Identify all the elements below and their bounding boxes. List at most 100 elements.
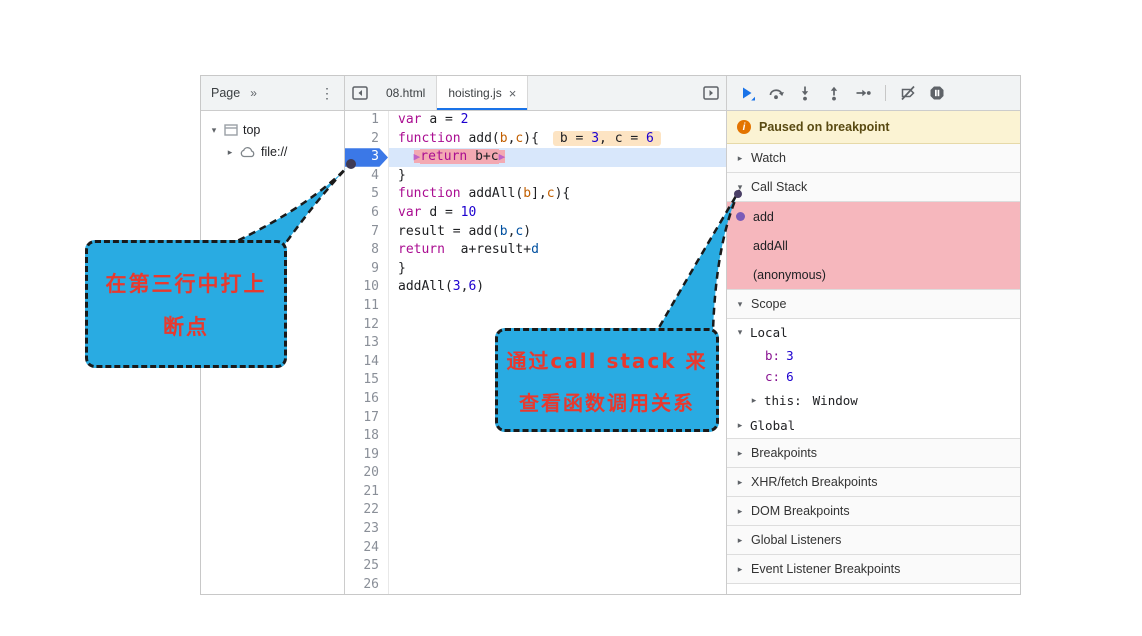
- line-number[interactable]: 1: [345, 111, 388, 130]
- resume-icon: [739, 85, 755, 101]
- code-token: b: [500, 131, 508, 146]
- line-number[interactable]: 4: [345, 167, 388, 186]
- code-line[interactable]: function addAll(b],c){: [389, 185, 726, 204]
- section-label: Global Listeners: [751, 533, 841, 547]
- quick-source-toggle-icon[interactable]: [696, 76, 726, 110]
- line-number[interactable]: 20: [345, 464, 388, 483]
- section-call-stack[interactable]: ▾ Call Stack: [727, 173, 1020, 202]
- code-line[interactable]: [389, 539, 726, 558]
- scope-variable-b[interactable]: b: 3: [727, 345, 1020, 366]
- step-button[interactable]: [855, 85, 871, 101]
- code-line[interactable]: addAll(3,6): [389, 278, 726, 297]
- breakpoint-line-number[interactable]: 3: [345, 148, 388, 167]
- tree-item-file[interactable]: ▸ file://: [201, 141, 344, 163]
- code-token: d: [531, 242, 539, 257]
- line-number[interactable]: 7: [345, 223, 388, 242]
- scope-this[interactable]: ▸ this: Window: [727, 387, 1020, 413]
- section-dom-breakpoints[interactable]: ▸ DOM Breakpoints: [727, 497, 1020, 526]
- scope-local[interactable]: ▾ Local: [727, 319, 1020, 345]
- line-number[interactable]: 6: [345, 204, 388, 223]
- code-line[interactable]: [389, 483, 726, 502]
- code-token: function: [398, 186, 468, 201]
- line-number[interactable]: 15: [345, 371, 388, 390]
- code-token: a+result+: [453, 242, 531, 257]
- frame-label: add: [753, 210, 774, 224]
- overflow-menu-icon[interactable]: ⋮: [320, 85, 334, 102]
- tab-08-html[interactable]: 08.html: [375, 76, 437, 110]
- deactivate-breakpoints-button[interactable]: [900, 85, 916, 101]
- section-label: Event Listener Breakpoints: [751, 562, 900, 576]
- line-number[interactable]: 24: [345, 539, 388, 558]
- code-line[interactable]: }: [389, 167, 726, 186]
- resume-button[interactable]: [739, 85, 755, 101]
- pause-on-exceptions-button[interactable]: [929, 85, 945, 101]
- step-into-button[interactable]: [797, 85, 813, 101]
- section-watch[interactable]: ▸ Watch: [727, 144, 1020, 173]
- line-number[interactable]: 2: [345, 130, 388, 149]
- line-number[interactable]: 25: [345, 557, 388, 576]
- tab-page[interactable]: Page: [211, 86, 240, 100]
- line-number[interactable]: 11: [345, 297, 388, 316]
- step-over-button[interactable]: [768, 85, 784, 101]
- tree-item-top[interactable]: ▾ top: [201, 119, 344, 141]
- tab-hoisting-js[interactable]: hoisting.js ×: [437, 76, 528, 110]
- scope-global[interactable]: ▸ Global: [727, 413, 1020, 439]
- code-token: add(: [468, 131, 499, 146]
- more-tabs-icon[interactable]: »: [250, 86, 257, 100]
- code-line[interactable]: [389, 446, 726, 465]
- code-line[interactable]: }: [389, 260, 726, 279]
- line-number[interactable]: 22: [345, 501, 388, 520]
- line-number[interactable]: 21: [345, 483, 388, 502]
- section-breakpoints[interactable]: ▸ Breakpoints: [727, 439, 1020, 468]
- paused-code-line[interactable]: ▶return b+c▶: [389, 148, 726, 167]
- code-token: }: [398, 168, 406, 183]
- line-number[interactable]: 19: [345, 446, 388, 465]
- code-line[interactable]: return a+result+d: [389, 241, 726, 260]
- frame-label: (anonymous): [753, 268, 826, 282]
- line-number[interactable]: 12: [345, 316, 388, 335]
- step-out-button[interactable]: [826, 85, 842, 101]
- line-number[interactable]: 26: [345, 576, 388, 594]
- chevron-down-icon[interactable]: ▾: [209, 125, 219, 136]
- code-line[interactable]: [389, 520, 726, 539]
- line-number[interactable]: 14: [345, 353, 388, 372]
- code-line[interactable]: result = add(b,c): [389, 223, 726, 242]
- step-out-icon: [826, 85, 842, 101]
- section-xhr-breakpoints[interactable]: ▸ XHR/fetch Breakpoints: [727, 468, 1020, 497]
- section-label: DOM Breakpoints: [751, 504, 850, 518]
- code-line[interactable]: var a = 2: [389, 111, 726, 130]
- frame-label: addAll: [753, 239, 788, 253]
- line-number[interactable]: 10: [345, 278, 388, 297]
- code-line[interactable]: [389, 557, 726, 576]
- line-number[interactable]: 8: [345, 241, 388, 260]
- line-number[interactable]: 23: [345, 520, 388, 539]
- code-token: b: [523, 186, 531, 201]
- call-stack-frames: add addAll (anonymous): [727, 202, 1020, 290]
- code-token: return: [420, 149, 475, 164]
- code-line[interactable]: function add(b,c){b = 3, c = 6: [389, 130, 726, 149]
- code-token: function: [398, 131, 468, 146]
- code-line[interactable]: [389, 501, 726, 520]
- navigator-toggle-icon[interactable]: [345, 76, 375, 110]
- line-number[interactable]: 9: [345, 260, 388, 279]
- line-number[interactable]: 13: [345, 334, 388, 353]
- code-line[interactable]: [389, 297, 726, 316]
- code-line[interactable]: [389, 464, 726, 483]
- close-tab-icon[interactable]: ×: [509, 86, 517, 101]
- chevron-right-icon[interactable]: ▸: [225, 147, 235, 158]
- scope-variable-c[interactable]: c: 6: [727, 366, 1020, 387]
- line-number[interactable]: 5: [345, 185, 388, 204]
- section-event-listener-breakpoints[interactable]: ▸ Event Listener Breakpoints: [727, 555, 1020, 584]
- code-line[interactable]: var d = 10: [389, 204, 726, 223]
- section-label: Breakpoints: [751, 446, 817, 460]
- code-line[interactable]: [389, 576, 726, 594]
- stack-frame-addall[interactable]: addAll: [727, 231, 1020, 260]
- line-number[interactable]: 18: [345, 427, 388, 446]
- section-global-listeners[interactable]: ▸ Global Listeners: [727, 526, 1020, 555]
- stack-frame-anonymous[interactable]: (anonymous): [727, 260, 1020, 289]
- line-number[interactable]: 16: [345, 390, 388, 409]
- code-token: 10: [461, 205, 477, 220]
- line-number[interactable]: 17: [345, 409, 388, 428]
- section-scope[interactable]: ▾ Scope: [727, 290, 1020, 319]
- stack-frame-add[interactable]: add: [727, 202, 1020, 231]
